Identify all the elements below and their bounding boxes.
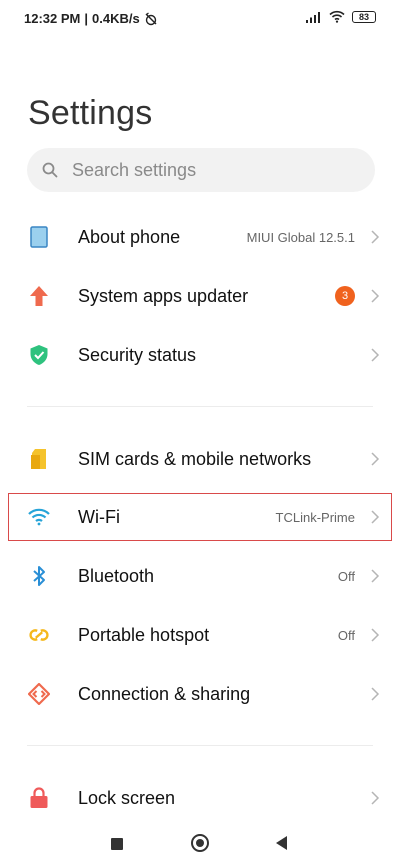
item-value: Off: [337, 627, 355, 643]
section-divider: [27, 745, 373, 746]
wifi-status-icon: [329, 10, 345, 23]
chevron-right-icon: [371, 510, 380, 524]
search-icon: [42, 162, 58, 178]
bluetooth-icon: [28, 565, 50, 587]
hotspot-icon: [28, 624, 50, 646]
connection-sharing-icon: [28, 683, 50, 705]
update-count-badge: 3: [335, 286, 355, 306]
phone-icon: [28, 226, 50, 248]
settings-item-security-status[interactable]: Security status: [0, 326, 400, 384]
shield-icon: [28, 344, 50, 366]
settings-item-connection-sharing[interactable]: Connection & sharing: [0, 665, 400, 723]
signal-icon: [306, 11, 320, 23]
sim-card-icon: [28, 448, 50, 470]
item-value: MIUI Global 12.5.1: [246, 229, 355, 245]
chevron-right-icon: [371, 628, 380, 642]
chevron-right-icon: [371, 791, 380, 805]
lock-icon: [28, 787, 50, 809]
settings-item-sim-cards[interactable]: SIM cards & mobile networks: [0, 430, 400, 488]
arrow-up-icon: [28, 285, 50, 307]
item-label: System apps updater: [78, 285, 249, 306]
settings-item-lock-screen[interactable]: Lock screen: [0, 769, 400, 827]
status-bar: 12:32 PM | 0.4KB/s 83: [0, 0, 400, 36]
home-button[interactable]: [191, 834, 209, 852]
item-label: Connection & sharing: [78, 683, 251, 704]
item-value: Off: [337, 568, 355, 584]
search-placeholder: Search settings: [72, 159, 197, 180]
battery-indicator: 83: [352, 10, 376, 23]
settings-item-bluetooth[interactable]: Bluetooth Off: [0, 547, 400, 605]
item-label: Wi-Fi: [78, 506, 120, 527]
page-title: Settings: [28, 94, 153, 132]
settings-item-portable-hotspot[interactable]: Portable hotspot Off: [0, 606, 400, 664]
status-left: 12:32 PM | 0.4KB/s: [24, 11, 158, 26]
item-label: Portable hotspot: [78, 624, 210, 645]
wifi-icon: [28, 506, 50, 528]
item-label: Lock screen: [78, 787, 176, 808]
settings-item-wifi[interactable]: Wi-Fi TCLink-Prime: [0, 488, 400, 546]
chevron-right-icon: [371, 687, 380, 701]
settings-item-system-apps-updater[interactable]: System apps updater 3: [0, 267, 400, 325]
recents-button[interactable]: [111, 838, 123, 850]
section-divider: [27, 406, 373, 407]
chevron-right-icon: [371, 230, 380, 244]
status-time: 12:32 PM: [24, 11, 81, 26]
item-label: About phone: [78, 226, 181, 247]
settings-item-about-phone[interactable]: About phone MIUI Global 12.5.1: [0, 208, 400, 266]
network-speed: 0.4KB/s: [92, 11, 140, 26]
navigation-bar: [0, 820, 400, 867]
search-bar[interactable]: Search settings: [27, 148, 375, 192]
back-button[interactable]: [276, 836, 287, 850]
chevron-right-icon: [371, 289, 380, 303]
status-right: 83: [306, 10, 376, 23]
chevron-right-icon: [371, 452, 380, 466]
item-label: SIM cards & mobile networks: [78, 448, 312, 469]
chevron-right-icon: [371, 348, 380, 362]
item-value: TCLink-Prime: [275, 509, 355, 525]
item-label: Security status: [78, 344, 197, 365]
chevron-right-icon: [371, 569, 380, 583]
alarm-off-icon: [145, 12, 157, 25]
item-label: Bluetooth: [78, 565, 155, 586]
